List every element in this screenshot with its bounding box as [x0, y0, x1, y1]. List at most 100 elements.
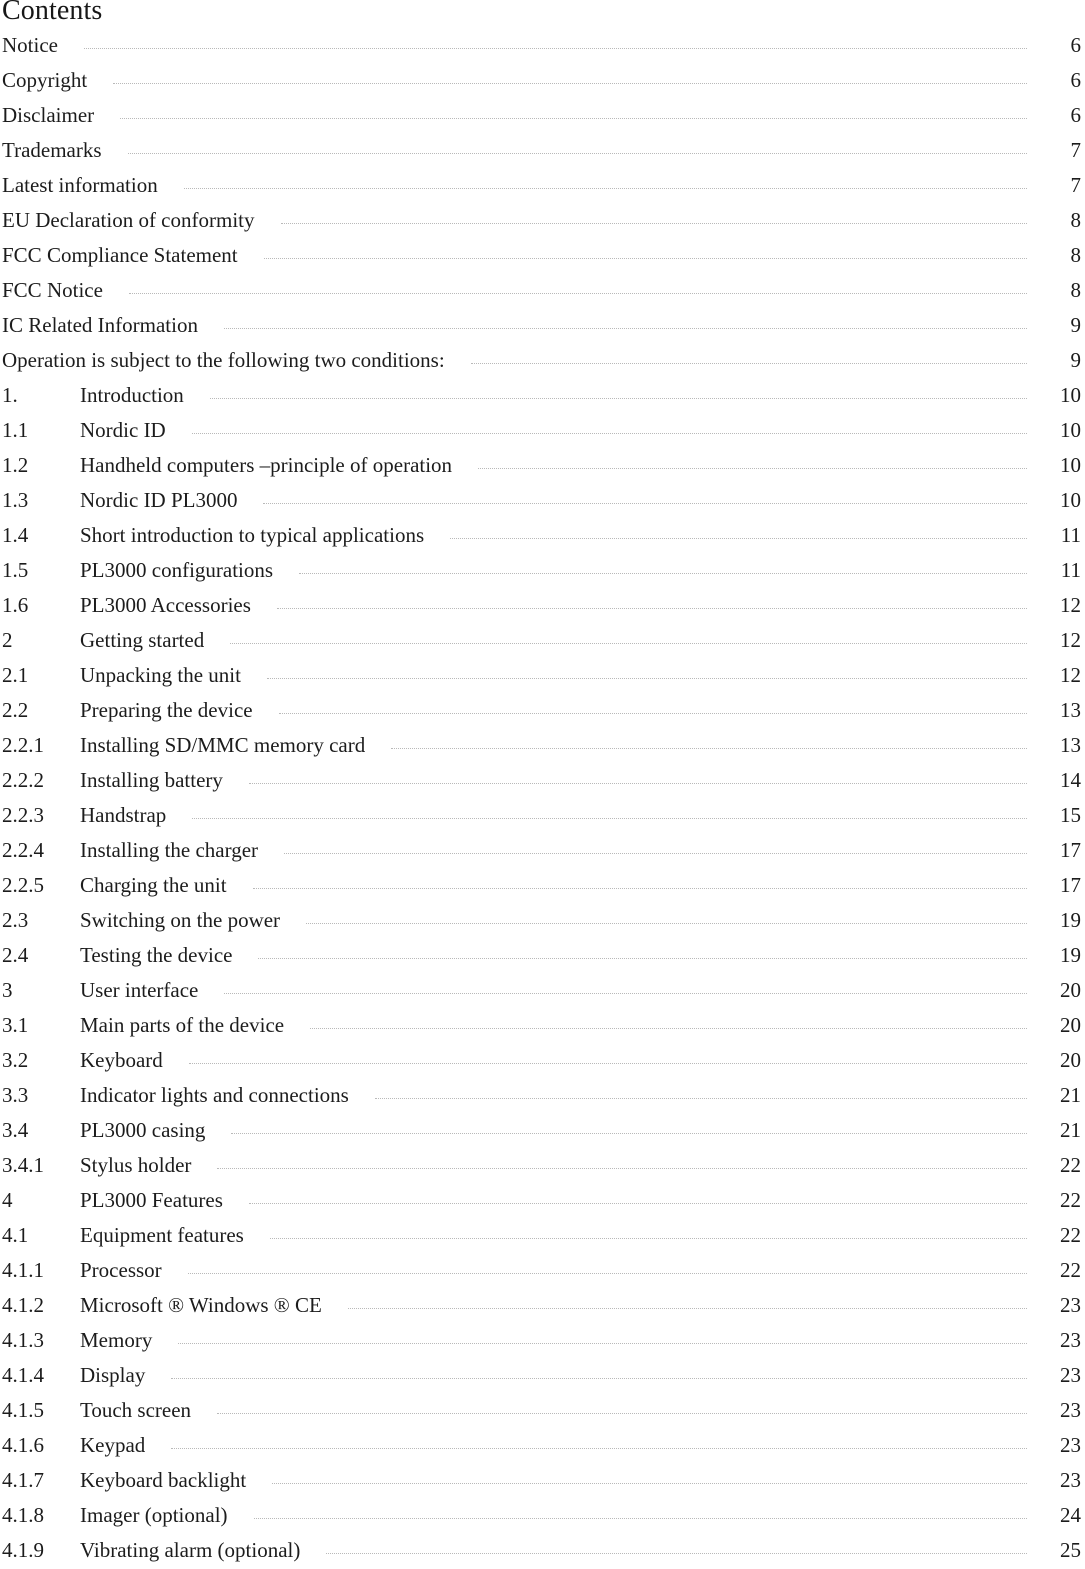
toc-entry-page-number: 23 [1060, 1328, 1081, 1352]
toc-entry-page-number: 8 [1070, 208, 1082, 232]
toc-entry[interactable]: 2 Getting started 12 [2, 623, 1081, 658]
toc-entry[interactable]: 4.1 Equipment features 22 [2, 1218, 1081, 1253]
toc-entry[interactable]: 4.1.9 Vibrating alarm (optional) 25 [2, 1533, 1081, 1568]
toc-entry[interactable]: Trademarks 7 [2, 133, 1081, 168]
toc-entry[interactable]: 2.2.5 Charging the unit 17 [2, 868, 1081, 903]
toc-entry-label: Indicator lights and connections [80, 1083, 349, 1107]
toc-entry-label: Touch screen [80, 1398, 192, 1422]
toc-entry-number: 4.1.8 [2, 1503, 44, 1527]
toc-entry[interactable]: 4 PL3000 Features 22 [2, 1183, 1081, 1218]
toc-entry-label: Notice [2, 33, 58, 57]
toc-entry-page-number: 23 [1060, 1398, 1081, 1422]
toc-entry-page-number: 10 [1060, 488, 1081, 512]
toc-entry[interactable]: 4.1.8 Imager (optional) 24 [2, 1498, 1081, 1533]
toc-entry-page-number: 20 [1060, 1013, 1081, 1037]
toc-entry-label: IC Related Information [2, 313, 198, 337]
toc-entry-page-number: 24 [1060, 1503, 1081, 1527]
toc-entry-number: 4.1.3 [2, 1328, 44, 1352]
toc-entry-number: 1.6 [2, 593, 29, 617]
toc-entry-label: Keypad [80, 1433, 146, 1457]
toc-leader-dots [187, 1273, 1027, 1274]
toc-entry[interactable]: 4.1.7 Keyboard backlight 23 [2, 1463, 1081, 1498]
toc-entry-label: Memory [80, 1328, 153, 1352]
toc-leader-dots [252, 888, 1027, 889]
toc-entry-page-number: 12 [1060, 628, 1081, 652]
toc-entry[interactable]: 1. Introduction 10 [2, 378, 1081, 413]
toc-entry[interactable]: 2.2.1 Installing SD/MMC memory card 13 [2, 728, 1081, 763]
toc-entry-page-number: 9 [1070, 348, 1082, 372]
toc-entry[interactable]: Disclaimer 6 [2, 98, 1081, 133]
toc-entry-page-number: 23 [1060, 1293, 1081, 1317]
toc-entry[interactable]: 4.1.2 Microsoft ® Windows ® CE 23 [2, 1288, 1081, 1323]
toc-entry-label: PL3000 Accessories [80, 593, 251, 617]
toc-leader-dots [120, 118, 1027, 119]
toc-entry-number: 1.3 [2, 488, 29, 512]
toc-leader-dots [269, 1238, 1027, 1239]
toc-entry[interactable]: Operation is subject to the following tw… [2, 343, 1081, 378]
toc-entry-number: 1.2 [2, 453, 29, 477]
toc-entry-page-number: 21 [1060, 1118, 1081, 1142]
toc-entry[interactable]: FCC Compliance Statement 8 [2, 238, 1081, 273]
toc-entry-page-number: 19 [1060, 908, 1081, 932]
toc-entry[interactable]: 3.4.1 Stylus holder 22 [2, 1148, 1081, 1183]
toc-entry[interactable]: 3.4 PL3000 casing 21 [2, 1113, 1081, 1148]
toc-entry-number: 4.1.1 [2, 1258, 44, 1282]
toc-entry[interactable]: 3.3 Indicator lights and connections 21 [2, 1078, 1081, 1113]
toc-entry[interactable]: 1.1 Nordic ID 10 [2, 413, 1081, 448]
toc-entry-label: Equipment features [80, 1223, 244, 1247]
toc-entry-label: Latest information [2, 173, 158, 197]
toc-entry[interactable]: 2.1 Unpacking the unit 12 [2, 658, 1081, 693]
toc-entry-label: Display [80, 1363, 146, 1387]
toc-entry-number: 2.2.2 [2, 768, 44, 792]
toc-entry-label: FCC Compliance Statement [2, 243, 238, 267]
toc-entry[interactable]: 2.2 Preparing the device 13 [2, 693, 1081, 728]
toc-entry[interactable]: Latest information 7 [2, 168, 1081, 203]
toc-entry[interactable]: 1.5 PL3000 configurations 11 [2, 553, 1081, 588]
toc-entry-number: 2.4 [2, 943, 29, 967]
toc-entry[interactable]: 2.2.2 Installing battery 14 [2, 763, 1081, 798]
toc-entry[interactable]: 4.1.1 Processor 22 [2, 1253, 1081, 1288]
toc-entry-label: EU Declaration of conformity [2, 208, 255, 232]
toc-leader-dots [347, 1308, 1027, 1309]
toc-leader-dots [217, 1168, 1027, 1169]
toc-entry-page-number: 11 [1060, 523, 1081, 547]
toc-entry-page-number: 8 [1070, 243, 1082, 267]
toc-entry[interactable]: 2.2.4 Installing the charger 17 [2, 833, 1081, 868]
toc-entry[interactable]: EU Declaration of conformity 8 [2, 203, 1081, 238]
toc-entry-page-number: 10 [1060, 383, 1081, 407]
toc-entry-page-number: 17 [1060, 838, 1081, 862]
toc-entry[interactable]: 4.1.4 Display 23 [2, 1358, 1081, 1393]
toc-entry[interactable]: 4.1.3 Memory 23 [2, 1323, 1081, 1358]
toc-entry-number: 4.1.9 [2, 1538, 44, 1562]
toc-leader-dots [280, 223, 1028, 224]
toc-entry[interactable]: Copyright 6 [2, 63, 1081, 98]
toc-entry[interactable]: 3.1 Main parts of the device 20 [2, 1008, 1081, 1043]
toc-entry[interactable]: 1.3 Nordic ID PL3000 10 [2, 483, 1081, 518]
toc-leader-dots [113, 83, 1027, 84]
toc-entry-page-number: 6 [1070, 33, 1082, 57]
toc-entry-number: 3.3 [2, 1083, 29, 1107]
toc-entry[interactable]: FCC Notice 8 [2, 273, 1081, 308]
toc-entry[interactable]: 2.2.3 Handstrap 15 [2, 798, 1081, 833]
toc-entry-number: 2.1 [2, 663, 29, 687]
toc-entry[interactable]: 3 User interface 20 [2, 973, 1081, 1008]
toc-entry[interactable]: 3.2 Keyboard 20 [2, 1043, 1081, 1078]
toc-entry[interactable]: 1.6 PL3000 Accessories 12 [2, 588, 1081, 623]
toc-entry[interactable]: 2.3 Switching on the power 19 [2, 903, 1081, 938]
toc-entry-label: Disclaimer [2, 103, 95, 127]
page-title: Contents [2, 0, 103, 26]
toc-entry[interactable]: 4.1.6 Keypad 23 [2, 1428, 1081, 1463]
toc-leader-dots [253, 1518, 1027, 1519]
toc-entry[interactable]: 4.1.5 Touch screen 23 [2, 1393, 1081, 1428]
toc-entry[interactable]: 1.4 Short introduction to typical applica… [2, 518, 1081, 553]
toc-entry-list: Notice 6 Copyright 6 Disclaimer 6 Trademarks 7 L… [2, 28, 1081, 1568]
toc-entry[interactable]: 2.4 Testing the device 19 [2, 938, 1081, 973]
toc-entry-label: Main parts of the device [80, 1013, 285, 1037]
toc-entry[interactable]: 1.2 Handheld computers –principle of oper… [2, 448, 1081, 483]
toc-entry[interactable]: IC Related Information 9 [2, 308, 1081, 343]
toc-entry-label: Handheld computers –principle of operati… [80, 453, 453, 477]
toc-leader-dots [470, 363, 1027, 364]
toc-entry-label: Introduction [80, 383, 184, 407]
toc-leader-dots [263, 258, 1027, 259]
toc-entry[interactable]: Notice 6 [2, 28, 1081, 63]
